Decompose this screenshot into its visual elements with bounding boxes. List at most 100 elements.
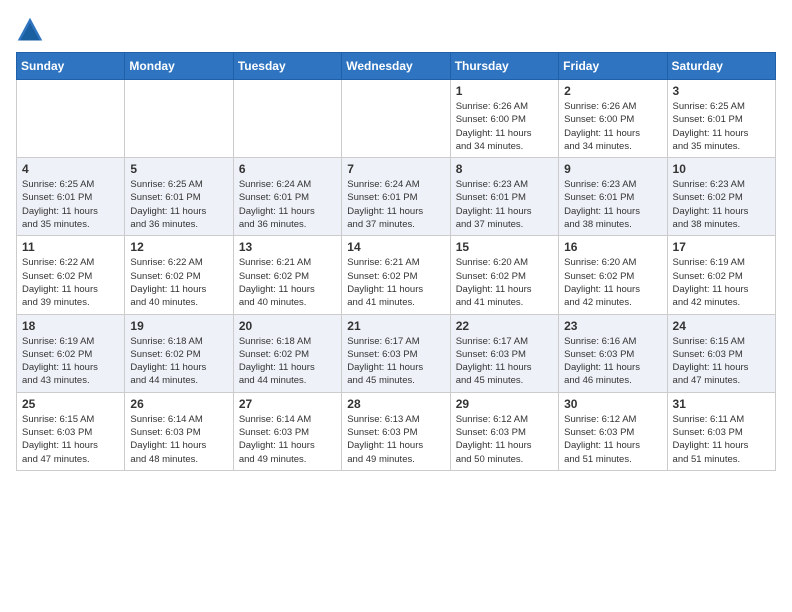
day-number: 26 [130,397,227,411]
day-info: Sunrise: 6:21 AM Sunset: 6:02 PM Dayligh… [347,256,444,309]
day-header-thursday: Thursday [450,53,558,80]
day-info: Sunrise: 6:22 AM Sunset: 6:02 PM Dayligh… [22,256,119,309]
day-info: Sunrise: 6:24 AM Sunset: 6:01 PM Dayligh… [347,178,444,231]
calendar-day-18: 18 Sunrise: 6:19 AM Sunset: 6:02 PM Dayli… [17,314,125,392]
day-info: Sunrise: 6:15 AM Sunset: 6:03 PM Dayligh… [673,335,770,388]
day-number: 19 [130,319,227,333]
calendar-day-13: 13 Sunrise: 6:21 AM Sunset: 6:02 PM Dayli… [233,236,341,314]
day-number: 8 [456,162,553,176]
calendar-day-16: 16 Sunrise: 6:20 AM Sunset: 6:02 PM Dayli… [559,236,667,314]
day-header-friday: Friday [559,53,667,80]
calendar-day-1: 1 Sunrise: 6:26 AM Sunset: 6:00 PM Daylig… [450,80,558,158]
day-info: Sunrise: 6:23 AM Sunset: 6:01 PM Dayligh… [456,178,553,231]
day-number: 25 [22,397,119,411]
calendar-table: SundayMondayTuesdayWednesdayThursdayFrid… [16,52,776,471]
calendar-day-17: 17 Sunrise: 6:19 AM Sunset: 6:02 PM Dayli… [667,236,775,314]
day-number: 3 [673,84,770,98]
day-info: Sunrise: 6:16 AM Sunset: 6:03 PM Dayligh… [564,335,661,388]
day-info: Sunrise: 6:12 AM Sunset: 6:03 PM Dayligh… [564,413,661,466]
day-number: 20 [239,319,336,333]
day-info: Sunrise: 6:23 AM Sunset: 6:02 PM Dayligh… [673,178,770,231]
day-number: 17 [673,240,770,254]
calendar-day-27: 27 Sunrise: 6:14 AM Sunset: 6:03 PM Dayli… [233,392,341,470]
day-header-saturday: Saturday [667,53,775,80]
calendar-day-3: 3 Sunrise: 6:25 AM Sunset: 6:01 PM Daylig… [667,80,775,158]
calendar-day-24: 24 Sunrise: 6:15 AM Sunset: 6:03 PM Dayli… [667,314,775,392]
empty-cell [17,80,125,158]
day-info: Sunrise: 6:14 AM Sunset: 6:03 PM Dayligh… [239,413,336,466]
empty-cell [233,80,341,158]
day-number: 1 [456,84,553,98]
day-number: 30 [564,397,661,411]
day-number: 16 [564,240,661,254]
calendar-day-22: 22 Sunrise: 6:17 AM Sunset: 6:03 PM Dayli… [450,314,558,392]
day-number: 18 [22,319,119,333]
logo-icon [16,16,44,44]
logo [16,16,48,44]
day-number: 10 [673,162,770,176]
day-info: Sunrise: 6:17 AM Sunset: 6:03 PM Dayligh… [456,335,553,388]
day-info: Sunrise: 6:14 AM Sunset: 6:03 PM Dayligh… [130,413,227,466]
day-number: 13 [239,240,336,254]
day-number: 21 [347,319,444,333]
day-info: Sunrise: 6:26 AM Sunset: 6:00 PM Dayligh… [456,100,553,153]
calendar-day-20: 20Sunrise: 6:18 AM Sunset: 6:02 PM Dayli… [233,314,341,392]
day-number: 14 [347,240,444,254]
day-number: 24 [673,319,770,333]
day-info: Sunrise: 6:25 AM Sunset: 6:01 PM Dayligh… [22,178,119,231]
day-info: Sunrise: 6:23 AM Sunset: 6:01 PM Dayligh… [564,178,661,231]
calendar-day-10: 10 Sunrise: 6:23 AM Sunset: 6:02 PM Dayli… [667,158,775,236]
calendar-day-26: 26 Sunrise: 6:14 AM Sunset: 6:03 PM Dayli… [125,392,233,470]
day-number: 4 [22,162,119,176]
day-info: Sunrise: 6:24 AM Sunset: 6:01 PM Dayligh… [239,178,336,231]
calendar-day-21: 21 Sunrise: 6:17 AM Sunset: 6:03 PM Dayli… [342,314,450,392]
day-info: Sunrise: 6:19 AM Sunset: 6:02 PM Dayligh… [673,256,770,309]
calendar-day-8: 8 Sunrise: 6:23 AM Sunset: 6:01 PM Daylig… [450,158,558,236]
calendar-week-3: 11 Sunrise: 6:22 AM Sunset: 6:02 PM Dayli… [17,236,776,314]
calendar-day-28: 28 Sunrise: 6:13 AM Sunset: 6:03 PM Dayli… [342,392,450,470]
day-number: 23 [564,319,661,333]
empty-cell [125,80,233,158]
calendar-day-19: 19 Sunrise: 6:18 AM Sunset: 6:02 PM Dayli… [125,314,233,392]
day-info: Sunrise: 6:25 AM Sunset: 6:01 PM Dayligh… [130,178,227,231]
day-number: 22 [456,319,553,333]
day-info: Sunrise: 6:12 AM Sunset: 6:03 PM Dayligh… [456,413,553,466]
day-number: 29 [456,397,553,411]
calendar-header-row: SundayMondayTuesdayWednesdayThursdayFrid… [17,53,776,80]
day-number: 11 [22,240,119,254]
day-header-monday: Monday [125,53,233,80]
calendar-day-15: 15 Sunrise: 6:20 AM Sunset: 6:02 PM Dayli… [450,236,558,314]
day-info: Sunrise: 6:17 AM Sunset: 6:03 PM Dayligh… [347,335,444,388]
calendar-day-4: 4 Sunrise: 6:25 AM Sunset: 6:01 PM Daylig… [17,158,125,236]
day-header-sunday: Sunday [17,53,125,80]
day-info: Sunrise: 6:20 AM Sunset: 6:02 PM Dayligh… [456,256,553,309]
day-number: 2 [564,84,661,98]
calendar-day-6: 6 Sunrise: 6:24 AM Sunset: 6:01 PM Daylig… [233,158,341,236]
calendar-week-4: 18 Sunrise: 6:19 AM Sunset: 6:02 PM Dayli… [17,314,776,392]
day-info: Sunrise: 6:18 AM Sunset: 6:02 PM Dayligh… [130,335,227,388]
day-number: 5 [130,162,227,176]
calendar-day-14: 14 Sunrise: 6:21 AM Sunset: 6:02 PM Dayli… [342,236,450,314]
day-info: Sunrise: 6:19 AM Sunset: 6:02 PM Dayligh… [22,335,119,388]
day-number: 12 [130,240,227,254]
day-info: Sunrise: 6:25 AM Sunset: 6:01 PM Dayligh… [673,100,770,153]
day-header-tuesday: Tuesday [233,53,341,80]
calendar-day-7: 7 Sunrise: 6:24 AM Sunset: 6:01 PM Daylig… [342,158,450,236]
day-number: 7 [347,162,444,176]
day-info: Sunrise: 6:13 AM Sunset: 6:03 PM Dayligh… [347,413,444,466]
day-info: Sunrise: 6:26 AM Sunset: 6:00 PM Dayligh… [564,100,661,153]
day-number: 6 [239,162,336,176]
day-number: 15 [456,240,553,254]
day-info: Sunrise: 6:20 AM Sunset: 6:02 PM Dayligh… [564,256,661,309]
calendar-week-5: 25 Sunrise: 6:15 AM Sunset: 6:03 PM Dayli… [17,392,776,470]
day-number: 28 [347,397,444,411]
calendar-day-12: 12Sunrise: 6:22 AM Sunset: 6:02 PM Dayli… [125,236,233,314]
calendar-day-25: 25 Sunrise: 6:15 AM Sunset: 6:03 PM Dayli… [17,392,125,470]
day-number: 27 [239,397,336,411]
day-info: Sunrise: 6:15 AM Sunset: 6:03 PM Dayligh… [22,413,119,466]
calendar-day-29: 29 Sunrise: 6:12 AM Sunset: 6:03 PM Dayli… [450,392,558,470]
day-info: Sunrise: 6:21 AM Sunset: 6:02 PM Dayligh… [239,256,336,309]
calendar-day-23: 23 Sunrise: 6:16 AM Sunset: 6:03 PM Dayli… [559,314,667,392]
calendar-day-30: 30 Sunrise: 6:12 AM Sunset: 6:03 PM Dayli… [559,392,667,470]
calendar-day-11: 11 Sunrise: 6:22 AM Sunset: 6:02 PM Dayli… [17,236,125,314]
